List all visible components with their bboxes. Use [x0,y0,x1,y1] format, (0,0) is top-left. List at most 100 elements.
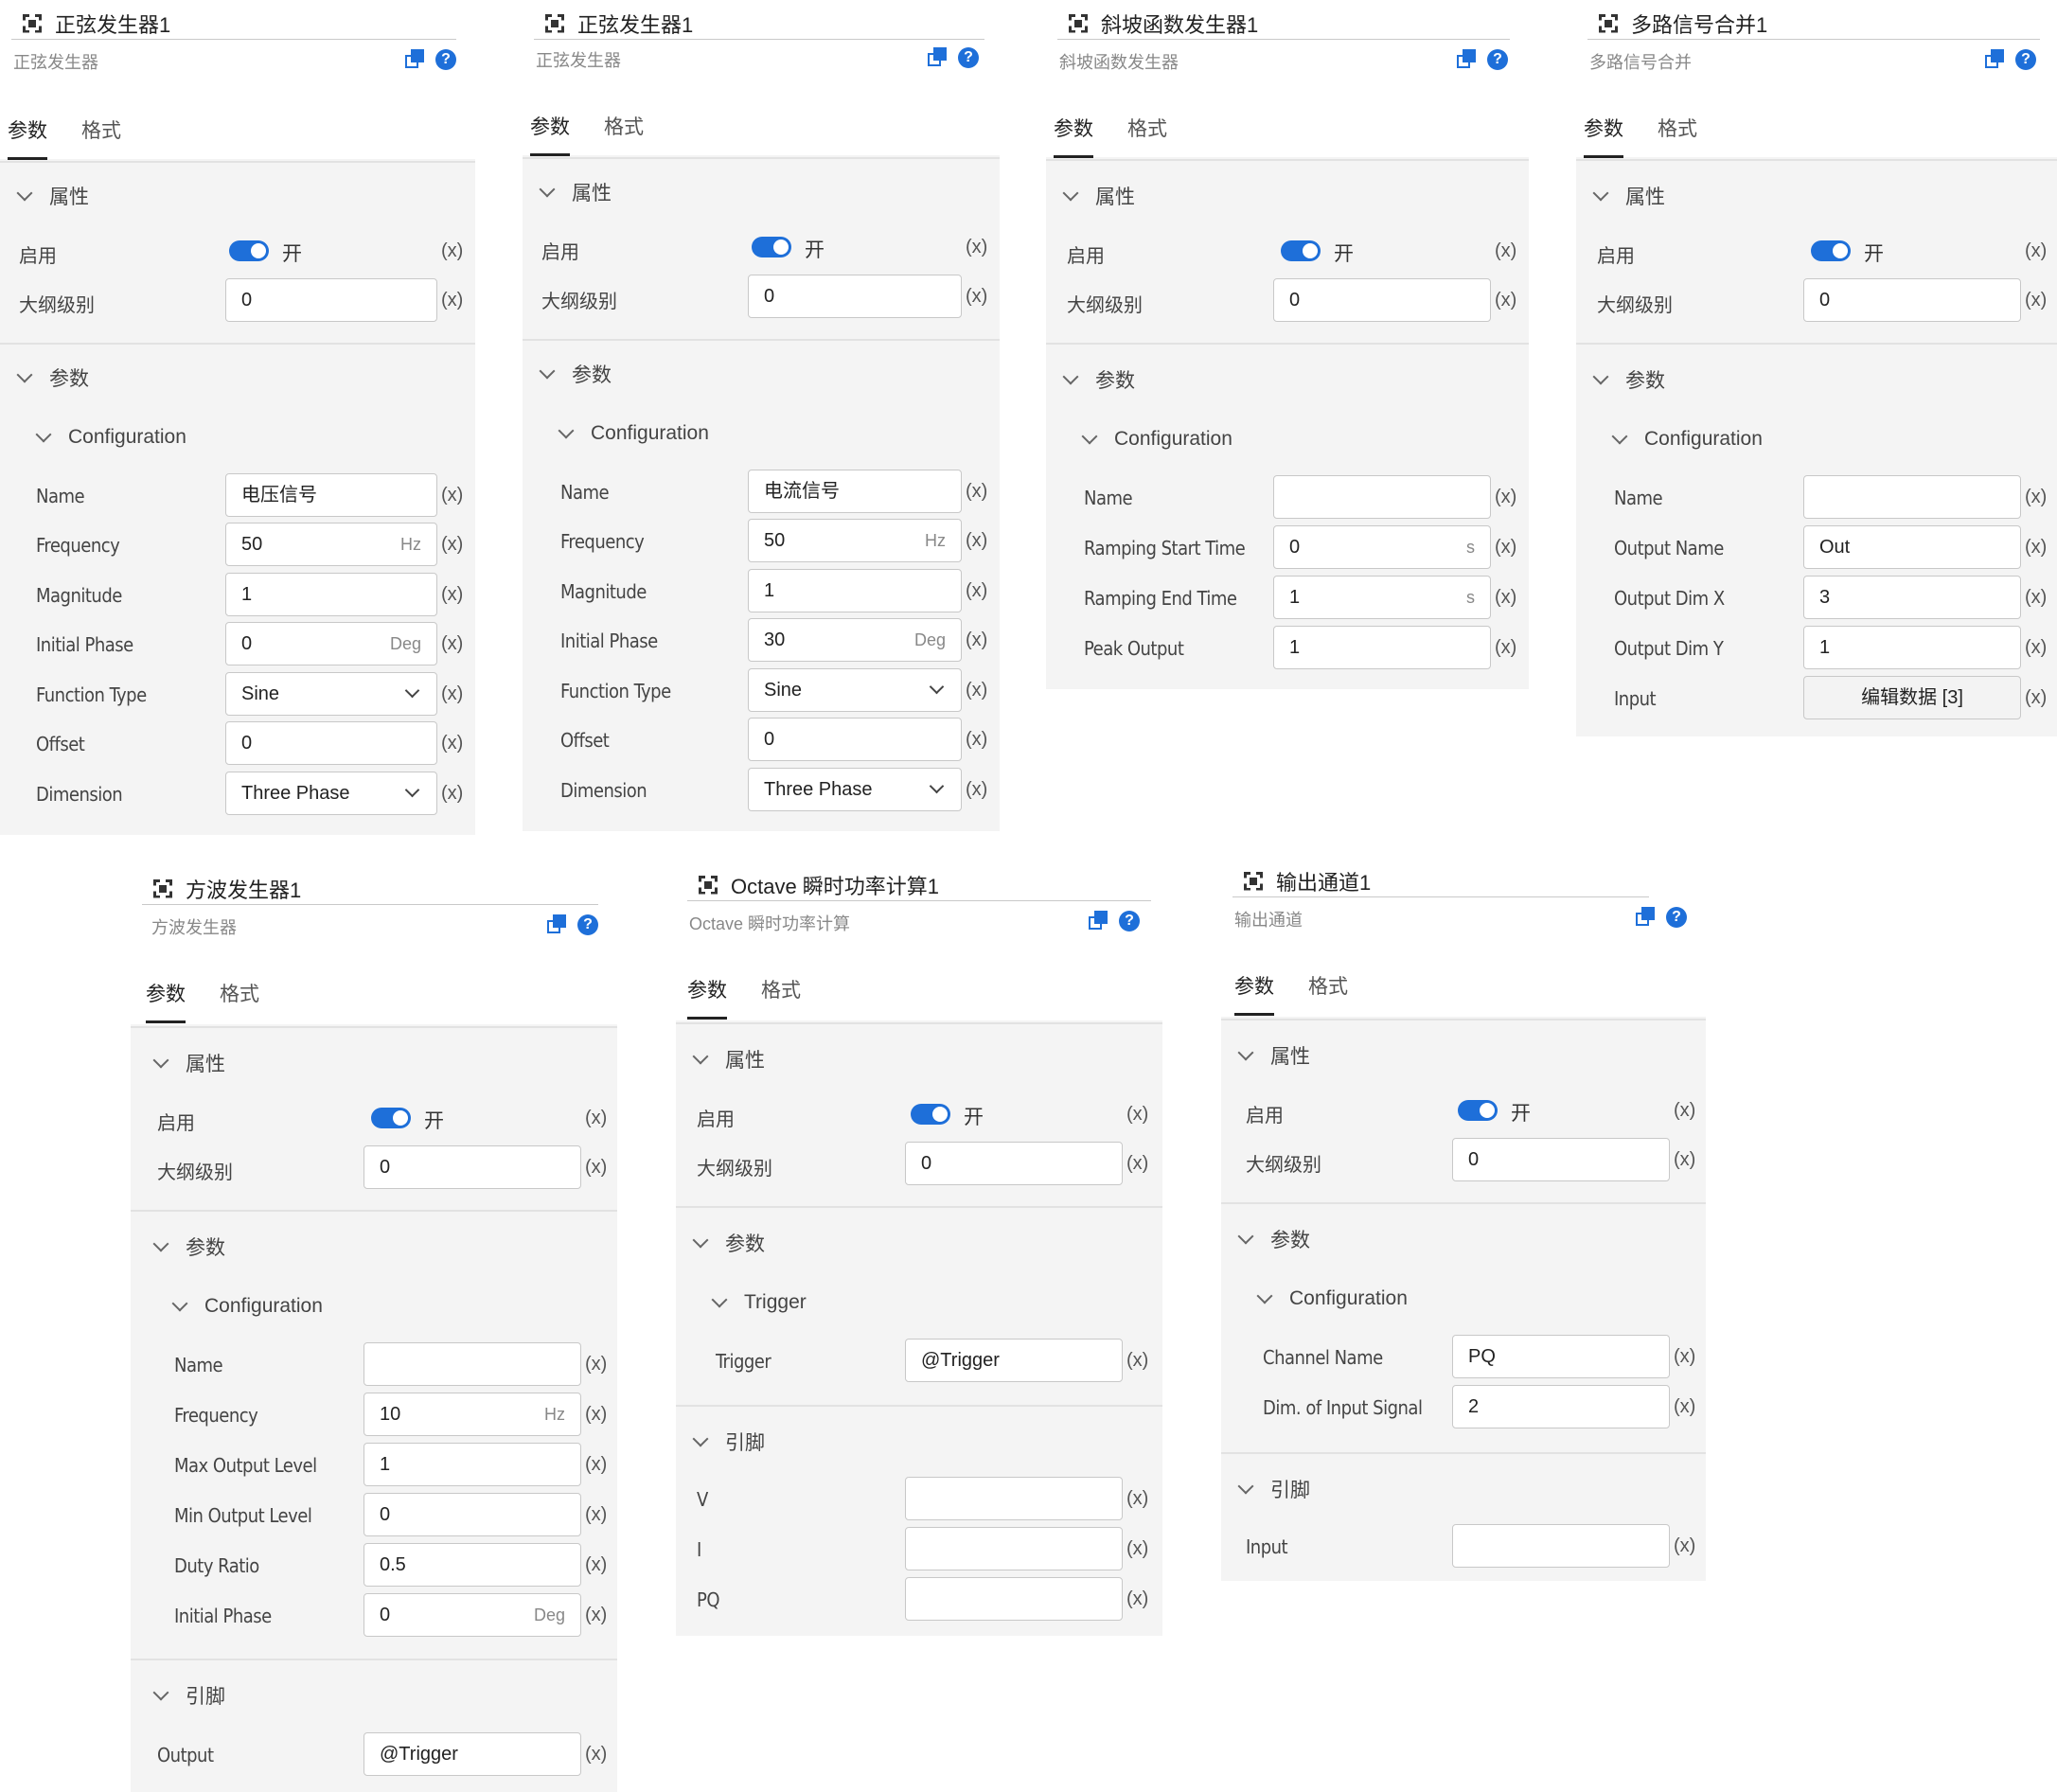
variable-button[interactable]: (x) [966,580,987,602]
peak-output-input[interactable]: 1 [1273,626,1491,669]
variable-button[interactable]: (x) [585,1554,607,1576]
tab-params[interactable]: 参数 [687,975,727,1020]
tab-params[interactable]: 参数 [146,979,186,1023]
section-params[interactable]: 参数 [691,1229,765,1257]
help-icon[interactable]: ? [577,914,598,935]
magnitude-input[interactable]: 1 [748,569,962,612]
v-pin-input[interactable] [905,1477,1123,1520]
i-pin-input[interactable] [905,1527,1123,1570]
copy-icon[interactable] [1089,911,1109,931]
magnitude-input[interactable]: 1 [225,573,437,616]
variable-button[interactable]: (x) [2025,240,2047,262]
tab-params[interactable]: 参数 [8,115,47,160]
outline-input[interactable]: 0 [1803,278,2021,322]
section-attrs[interactable]: 属性 [538,178,612,206]
tab-format[interactable]: 格式 [1127,114,1167,158]
section-attrs[interactable]: 属性 [1591,182,1665,210]
variable-button[interactable]: (x) [441,240,463,262]
variable-button[interactable]: (x) [2025,637,2047,659]
name-input[interactable] [364,1342,581,1386]
tab-format[interactable]: 格式 [1308,971,1348,1016]
help-icon[interactable]: ? [435,49,456,70]
variable-button[interactable]: (x) [966,779,987,801]
copy-icon[interactable] [1636,907,1657,928]
help-icon[interactable]: ? [1666,907,1687,928]
enable-toggle[interactable] [1458,1100,1498,1121]
variable-button[interactable]: (x) [1495,537,1516,559]
help-icon[interactable]: ? [1119,911,1140,931]
variable-button[interactable]: (x) [966,286,987,308]
variable-button[interactable]: (x) [441,783,463,805]
tab-params[interactable]: 参数 [530,112,570,156]
initial-phase-input[interactable]: 30 Deg [748,618,962,662]
variable-button[interactable]: (x) [2025,290,2047,311]
enable-toggle[interactable] [911,1104,950,1125]
frequency-input[interactable]: 50 Hz [225,523,437,566]
section-attrs[interactable]: 属性 [151,1049,225,1077]
section-params[interactable]: 参数 [1236,1225,1310,1253]
section-params[interactable]: 参数 [15,364,89,392]
outline-input[interactable]: 0 [364,1145,581,1189]
input-pin-input[interactable] [1452,1524,1670,1568]
variable-button[interactable]: (x) [585,1454,607,1476]
variable-button[interactable]: (x) [1126,1588,1148,1610]
offset-input[interactable]: 0 [225,721,437,765]
variable-button[interactable]: (x) [966,630,987,651]
outline-input[interactable]: 0 [1273,278,1491,322]
initial-phase-input[interactable]: 0 Deg [225,622,437,665]
section-attrs[interactable]: 属性 [15,182,89,210]
variable-button[interactable]: (x) [1495,587,1516,609]
section-params[interactable]: 参数 [1061,365,1135,394]
variable-button[interactable]: (x) [585,1744,607,1765]
trigger-input[interactable]: @Trigger [905,1339,1123,1382]
section-attrs[interactable]: 属性 [1236,1041,1310,1070]
variable-button[interactable]: (x) [1674,1396,1695,1418]
enable-toggle[interactable] [1811,240,1851,261]
offset-input[interactable]: 0 [748,718,962,761]
variable-button[interactable]: (x) [1495,487,1516,508]
variable-button[interactable]: (x) [1126,1350,1148,1372]
outline-input[interactable]: 0 [905,1142,1123,1185]
enable-toggle[interactable] [371,1108,411,1128]
variable-button[interactable]: (x) [585,1108,607,1129]
name-input[interactable]: 电压信号 [225,473,437,517]
copy-icon[interactable] [928,47,949,68]
help-icon[interactable]: ? [2015,49,2036,70]
tab-format[interactable]: 格式 [761,975,801,1020]
tab-format[interactable]: 格式 [81,115,121,160]
channel-name-input[interactable]: PQ [1452,1335,1670,1378]
section-configuration[interactable]: Configuration [557,422,709,445]
variable-button[interactable]: (x) [441,485,463,506]
section-configuration[interactable]: Configuration [170,1295,323,1318]
variable-button[interactable]: (x) [966,530,987,552]
help-icon[interactable]: ? [958,47,979,68]
help-icon[interactable]: ? [1487,49,1508,70]
frequency-input[interactable]: 10 Hz [364,1393,581,1436]
variable-button[interactable]: (x) [585,1504,607,1526]
variable-button[interactable]: (x) [441,290,463,311]
min-output-input[interactable]: 0 [364,1493,581,1536]
section-pins[interactable]: 引脚 [1236,1475,1310,1503]
variable-button[interactable]: (x) [966,680,987,701]
variable-button[interactable]: (x) [2025,537,2047,559]
frequency-input[interactable]: 50 Hz [748,519,962,562]
section-configuration[interactable]: Configuration [1080,428,1232,451]
section-attrs[interactable]: 属性 [691,1045,765,1073]
section-pins[interactable]: 引脚 [691,1428,765,1456]
variable-button[interactable]: (x) [2025,487,2047,508]
variable-button[interactable]: (x) [1674,1535,1695,1557]
section-params[interactable]: 参数 [151,1233,225,1261]
variable-button[interactable]: (x) [441,633,463,655]
variable-button[interactable]: (x) [1495,240,1516,262]
max-output-input[interactable]: 1 [364,1443,581,1486]
section-attrs[interactable]: 属性 [1061,182,1135,210]
variable-button[interactable]: (x) [441,584,463,606]
initial-phase-input[interactable]: 0 Deg [364,1593,581,1637]
duty-ratio-input[interactable]: 0.5 [364,1543,581,1587]
section-pins[interactable]: 引脚 [151,1681,225,1710]
name-input[interactable] [1273,475,1491,519]
ramp-end-input[interactable]: 1s [1273,576,1491,619]
outline-input[interactable]: 0 [225,278,437,322]
function-type-select[interactable]: Sine [225,672,437,716]
variable-button[interactable]: (x) [1126,1538,1148,1560]
